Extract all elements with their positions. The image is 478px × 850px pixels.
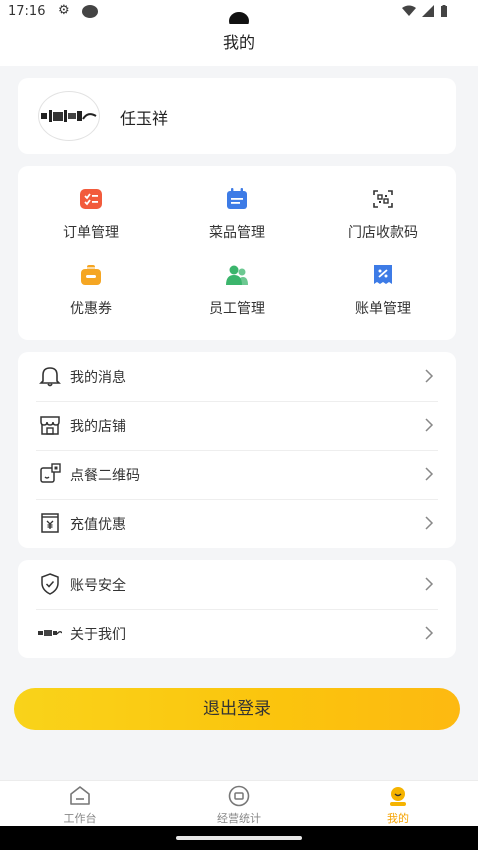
menu-item-my-messages[interactable]: 我的消息	[18, 352, 456, 401]
coupon-label: 优惠券	[70, 301, 112, 317]
system-nav-bar	[0, 826, 478, 850]
chevron-right-icon	[425, 369, 434, 383]
chevron-right-icon	[425, 516, 434, 530]
wifi-icon	[402, 5, 416, 16]
stats-icon	[228, 785, 250, 807]
order-management-button[interactable]: 订单管理	[18, 188, 164, 242]
menu-item-recharge-offers[interactable]: 充值优惠	[18, 499, 456, 548]
qr-code-icon	[40, 463, 61, 483]
profile-card[interactable]: 任玉祥	[18, 78, 456, 154]
tab-business-stats[interactable]: 经营统计	[159, 785, 319, 826]
status-icons	[402, 5, 448, 17]
bell-icon	[39, 367, 61, 387]
tab-bar: 工作台 经营统计 我的	[0, 780, 478, 826]
home-gesture-handle[interactable]	[176, 836, 302, 840]
notification-dot-icon	[82, 5, 98, 18]
dish-book-icon	[227, 188, 247, 209]
staff-icon	[226, 265, 248, 285]
menu-item-label: 关于我们	[70, 627, 126, 643]
page-title: 我的	[0, 24, 478, 66]
menu-item-account-security[interactable]: 账号安全	[18, 560, 456, 609]
profile-icon	[390, 787, 406, 806]
coupon-icon	[81, 265, 101, 285]
logout-button[interactable]: 退出登录	[14, 688, 460, 730]
tab-workbench[interactable]: 工作台	[0, 785, 160, 826]
bill-icon	[374, 265, 392, 284]
tab-label: 经营统计	[217, 812, 261, 825]
menu-item-label: 充值优惠	[70, 517, 126, 533]
tab-label: 我的	[387, 812, 409, 825]
signal-icon	[422, 5, 434, 17]
content-area: 任玉祥 订单管理 菜品管理 门店收款码 优惠券 员工管理 账单管理 我的消息 我…	[0, 66, 478, 780]
menu-item-label: 账号安全	[70, 578, 126, 594]
menu-item-about-us[interactable]: 关于我们	[18, 609, 456, 658]
menu-group-1: 我的消息 我的店铺 点餐二维码 充值优惠	[18, 352, 456, 548]
dish-management-button[interactable]: 菜品管理	[164, 188, 310, 242]
shop-icon	[40, 416, 60, 435]
home-icon	[70, 786, 90, 805]
avatar-logo-icon	[41, 110, 97, 122]
chevron-right-icon	[425, 418, 434, 432]
menu-item-my-shop[interactable]: 我的店铺	[18, 401, 456, 450]
chevron-right-icon	[425, 577, 434, 591]
menu-item-label: 点餐二维码	[70, 468, 140, 484]
shield-icon	[41, 573, 59, 595]
menu-group-2: 账号安全 关于我们	[18, 560, 456, 658]
quick-actions-card: 订单管理 菜品管理 门店收款码 优惠券 员工管理 账单管理	[18, 166, 456, 340]
chevron-right-icon	[425, 467, 434, 481]
menu-item-label: 我的店铺	[70, 419, 126, 435]
chevron-right-icon	[425, 626, 434, 640]
order-management-label: 订单管理	[63, 225, 119, 241]
about-logo-icon	[38, 630, 62, 636]
menu-item-order-qr-code[interactable]: 点餐二维码	[18, 450, 456, 499]
scan-code-icon	[373, 190, 393, 208]
battery-icon	[441, 5, 447, 17]
coupon-button[interactable]: 优惠券	[18, 264, 164, 318]
status-time: 17:16	[8, 4, 46, 19]
tab-label: 工作台	[63, 812, 97, 825]
username: 任玉祥	[120, 109, 169, 128]
bill-management-label: 账单管理	[355, 301, 411, 317]
recharge-icon	[41, 513, 59, 533]
bill-management-button[interactable]: 账单管理	[310, 264, 456, 318]
menu-item-label: 我的消息	[70, 370, 126, 386]
staff-management-label: 员工管理	[209, 301, 265, 317]
dish-management-label: 菜品管理	[209, 225, 265, 241]
avatar[interactable]	[38, 91, 100, 141]
store-payment-code-label: 门店收款码	[348, 225, 418, 241]
order-list-icon	[80, 189, 102, 209]
settings-gear-icon: ⚙	[58, 3, 70, 18]
staff-management-button[interactable]: 员工管理	[164, 264, 310, 318]
store-payment-code-button[interactable]: 门店收款码	[310, 188, 456, 242]
tab-mine[interactable]: 我的	[318, 785, 478, 826]
